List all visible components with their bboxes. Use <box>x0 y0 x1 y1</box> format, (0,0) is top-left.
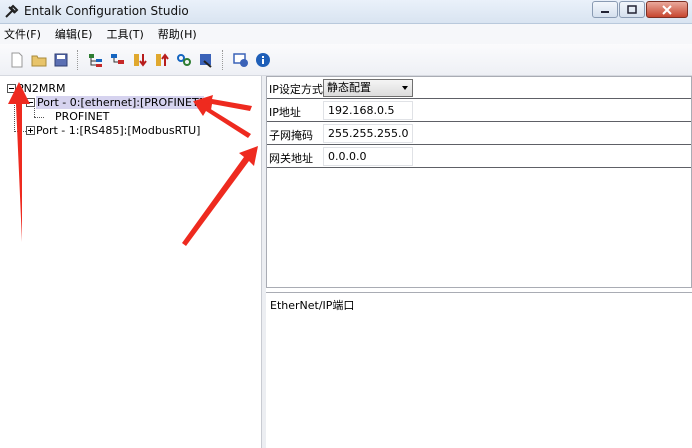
close-button[interactable] <box>646 1 688 18</box>
save-button[interactable] <box>52 51 70 69</box>
save-icon <box>54 53 68 66</box>
maximize-button[interactable] <box>619 1 645 18</box>
link-button[interactable] <box>175 51 193 69</box>
tree-node-port1-label: Port - 1:[RS485]:[ModbusRTU] <box>36 124 201 137</box>
toolbar-separator <box>77 49 80 70</box>
open-button[interactable] <box>30 51 48 69</box>
ip-mode-label: IP设定方式 <box>269 83 323 96</box>
ip-mode-select[interactable]: 静态配置 <box>323 79 413 97</box>
tools-icon <box>5 4 19 18</box>
minimize-button[interactable] <box>592 1 618 18</box>
gateway-field[interactable]: 0.0.0.0 <box>323 147 413 166</box>
tree-node-port0-label: Port - 0:[ethernet]:[PROFINET] <box>36 96 204 109</box>
chevron-down-icon <box>402 86 408 90</box>
tool-icon <box>200 53 212 68</box>
tree-edit-icon <box>111 53 124 64</box>
tree-connector <box>14 94 15 130</box>
close-icon <box>662 4 672 15</box>
tree-node-root[interactable]: PN2MRM <box>7 82 66 96</box>
menu-edit[interactable]: 编辑(E) <box>55 26 93 42</box>
new-file-button[interactable] <box>8 51 26 69</box>
tree-add-icon <box>89 53 102 67</box>
minimize-icon <box>601 10 609 13</box>
prop-row-ip: IP地址 192.168.0.5 <box>267 100 691 122</box>
tree-node-profinet-label: PROFINET <box>55 110 110 123</box>
download-icon <box>134 53 147 67</box>
info-icon <box>256 52 270 67</box>
menu-tools[interactable]: 工具(T) <box>106 26 143 42</box>
ip-label: IP地址 <box>269 106 301 119</box>
monitor-button[interactable] <box>232 51 250 69</box>
menu-file[interactable]: 文件(F) <box>4 26 41 42</box>
prop-row-ip-mode: IP设定方式 静态配置 <box>267 77 691 99</box>
description-panel: EtherNet/IP端口 <box>266 292 692 448</box>
mask-label: 子网掩码 <box>269 129 313 142</box>
tree-connector <box>14 131 26 132</box>
link-icon <box>177 53 191 66</box>
tool-button[interactable] <box>197 51 215 69</box>
info-button[interactable] <box>254 51 272 69</box>
toolbar-separator <box>222 49 225 70</box>
upload-button[interactable] <box>153 51 171 69</box>
ip-mode-value: 静态配置 <box>327 81 371 94</box>
menu-bar: 文件(F) 编辑(E) 工具(T) 帮助(H) <box>0 24 692 44</box>
tree-edit-button[interactable] <box>109 51 127 69</box>
tree-node-port1[interactable]: Port - 1:[RS485]:[ModbusRTU] <box>26 124 200 138</box>
tree-add-button[interactable] <box>87 51 105 69</box>
ip-address-field[interactable]: 192.168.0.5 <box>323 101 413 120</box>
download-button[interactable] <box>131 51 149 69</box>
title-bar: Entalk Configuration Studio <box>0 0 692 24</box>
description-text: EtherNet/IP端口 <box>270 299 355 312</box>
prop-row-mask: 子网掩码 255.255.255.0 <box>267 123 691 145</box>
upload-icon <box>156 52 169 66</box>
tree-node-root-label: PN2MRM <box>17 82 66 95</box>
properties-panel: IP设定方式 静态配置 IP地址 192.168.0.5 子网掩码 255.25… <box>266 76 692 288</box>
maximize-icon <box>627 5 637 14</box>
open-folder-icon <box>31 55 47 66</box>
prop-row-gateway: 网关地址 0.0.0.0 <box>267 146 691 168</box>
gateway-label: 网关地址 <box>269 152 313 165</box>
expand-icon[interactable] <box>26 126 35 135</box>
collapse-icon[interactable] <box>7 84 16 93</box>
tree-connector <box>34 117 44 118</box>
window-controls <box>592 1 688 18</box>
tree-node-profinet[interactable]: PROFINET <box>55 110 109 124</box>
new-file-icon <box>11 52 23 67</box>
menu-help[interactable]: 帮助(H) <box>158 26 197 42</box>
subnet-mask-field[interactable]: 255.255.255.0 <box>323 124 413 143</box>
tree-node-port0[interactable]: Port - 0:[ethernet]:[PROFINET] <box>26 96 204 110</box>
collapse-icon[interactable] <box>26 98 35 107</box>
device-tree: PN2MRM Port - 0:[ethernet]:[PROFINET] PR… <box>0 76 262 448</box>
window-title: Entalk Configuration Studio <box>24 4 189 18</box>
toolbar <box>0 44 692 76</box>
monitor-icon <box>233 52 248 67</box>
